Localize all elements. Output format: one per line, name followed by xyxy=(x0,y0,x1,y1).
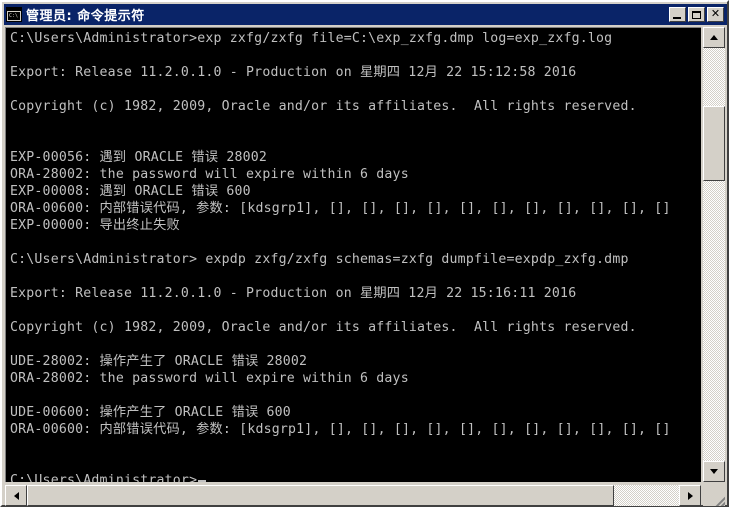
console-line: ORA-28002: the password will expire with… xyxy=(10,371,409,386)
window-controls: ✕ xyxy=(669,7,724,22)
minimize-icon xyxy=(673,17,681,19)
chevron-left-icon xyxy=(13,491,19,500)
console-icon: C:\ xyxy=(6,7,22,22)
console-line: Export: Release 11.2.0.1.0 - Production … xyxy=(10,286,577,301)
window-title-bar[interactable]: C:\ 管理员: 命令提示符 ✕ xyxy=(4,4,727,25)
console-icon-titlebar xyxy=(7,8,21,11)
console-icon-screen-text: C:\ xyxy=(8,12,20,20)
vertical-scrollbar[interactable] xyxy=(703,27,725,482)
close-icon: ✕ xyxy=(710,7,721,20)
horizontal-scroll-thumb[interactable] xyxy=(27,485,614,506)
horizontal-scrollbar[interactable] xyxy=(5,485,701,506)
window-resize-grip[interactable] xyxy=(703,485,725,506)
vertical-scroll-track[interactable] xyxy=(703,27,725,482)
scroll-up-arrow[interactable] xyxy=(703,27,725,48)
console-line: UDE-28002: 操作产生了 ORACLE 错误 28002 xyxy=(10,354,308,369)
scroll-right-arrow[interactable] xyxy=(679,485,701,506)
console-line: ORA-00600: 内部错误代码, 参数: [kdsgrp1], [], []… xyxy=(10,201,671,216)
console-line: ORA-28002: the password will expire with… xyxy=(10,167,409,182)
console-line: Export: Release 11.2.0.1.0 - Production … xyxy=(10,65,577,80)
minimize-button[interactable] xyxy=(669,7,686,22)
console-output-area[interactable]: C:\Users\Administrator>exp zxfg/zxfg fil… xyxy=(5,27,701,482)
maximize-icon xyxy=(692,10,701,19)
vertical-scroll-thumb[interactable] xyxy=(703,106,725,181)
console-line: C:\Users\Administrator>exp zxfg/zxfg fil… xyxy=(10,31,613,46)
console-line: EXP-00056: 遇到 ORACLE 错误 28002 xyxy=(10,150,268,165)
maximize-button[interactable] xyxy=(688,7,705,22)
scroll-left-arrow[interactable] xyxy=(5,485,27,506)
console-line: C:\Users\Administrator> expdp zxfg/zxfg … xyxy=(10,252,629,267)
console-line: ORA-00600: 内部错误代码, 参数: [kdsgrp1], [], []… xyxy=(10,422,671,437)
console-line-list: C:\Users\Administrator>exp zxfg/zxfg fil… xyxy=(10,30,701,482)
window-title-text: 管理员: 命令提示符 xyxy=(26,9,145,24)
command-prompt-window: C:\ 管理员: 命令提示符 ✕ C:\Users\Administrator>… xyxy=(0,0,729,507)
console-cursor xyxy=(198,480,207,482)
console-line: EXP-00000: 导出终止失败 xyxy=(10,218,180,233)
console-line: Copyright (c) 1982, 2009, Oracle and/or … xyxy=(10,320,637,335)
chevron-down-icon xyxy=(710,469,718,474)
console-line: EXP-00008: 遇到 ORACLE 错误 600 xyxy=(10,184,251,199)
chevron-up-icon xyxy=(710,35,718,40)
close-button[interactable]: ✕ xyxy=(707,7,724,22)
chevron-right-icon xyxy=(687,491,693,500)
scroll-down-arrow[interactable] xyxy=(703,461,725,482)
console-line: Copyright (c) 1982, 2009, Oracle and/or … xyxy=(10,99,637,114)
console-line: C:\Users\Administrator> xyxy=(10,472,701,482)
console-line: UDE-00600: 操作产生了 ORACLE 错误 600 xyxy=(10,405,291,420)
